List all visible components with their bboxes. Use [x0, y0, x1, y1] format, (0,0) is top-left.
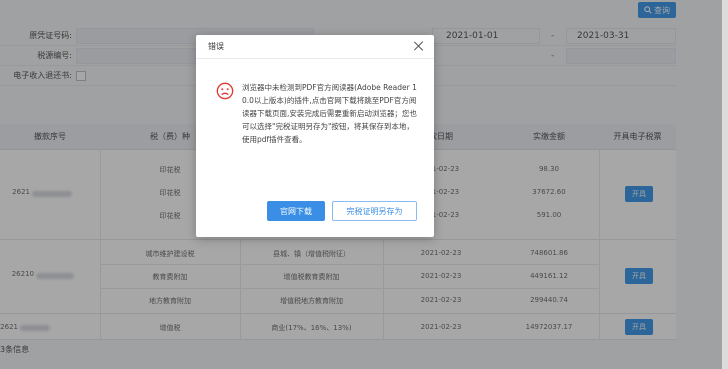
dialog-title: 错误	[208, 42, 224, 51]
sad-face-icon	[216, 82, 234, 100]
dialog-header: 错误	[196, 35, 434, 59]
save-certificate-button[interactable]: 完税证明另存为	[332, 201, 417, 221]
scrollbar[interactable]	[722, 0, 728, 369]
download-official-button[interactable]: 官网下载	[267, 201, 325, 221]
dialog-message: 浏览器中未检测到PDF官方阅读器(Adobe Reader 10.0以上版本)的…	[242, 83, 417, 144]
close-icon[interactable]	[412, 39, 426, 53]
